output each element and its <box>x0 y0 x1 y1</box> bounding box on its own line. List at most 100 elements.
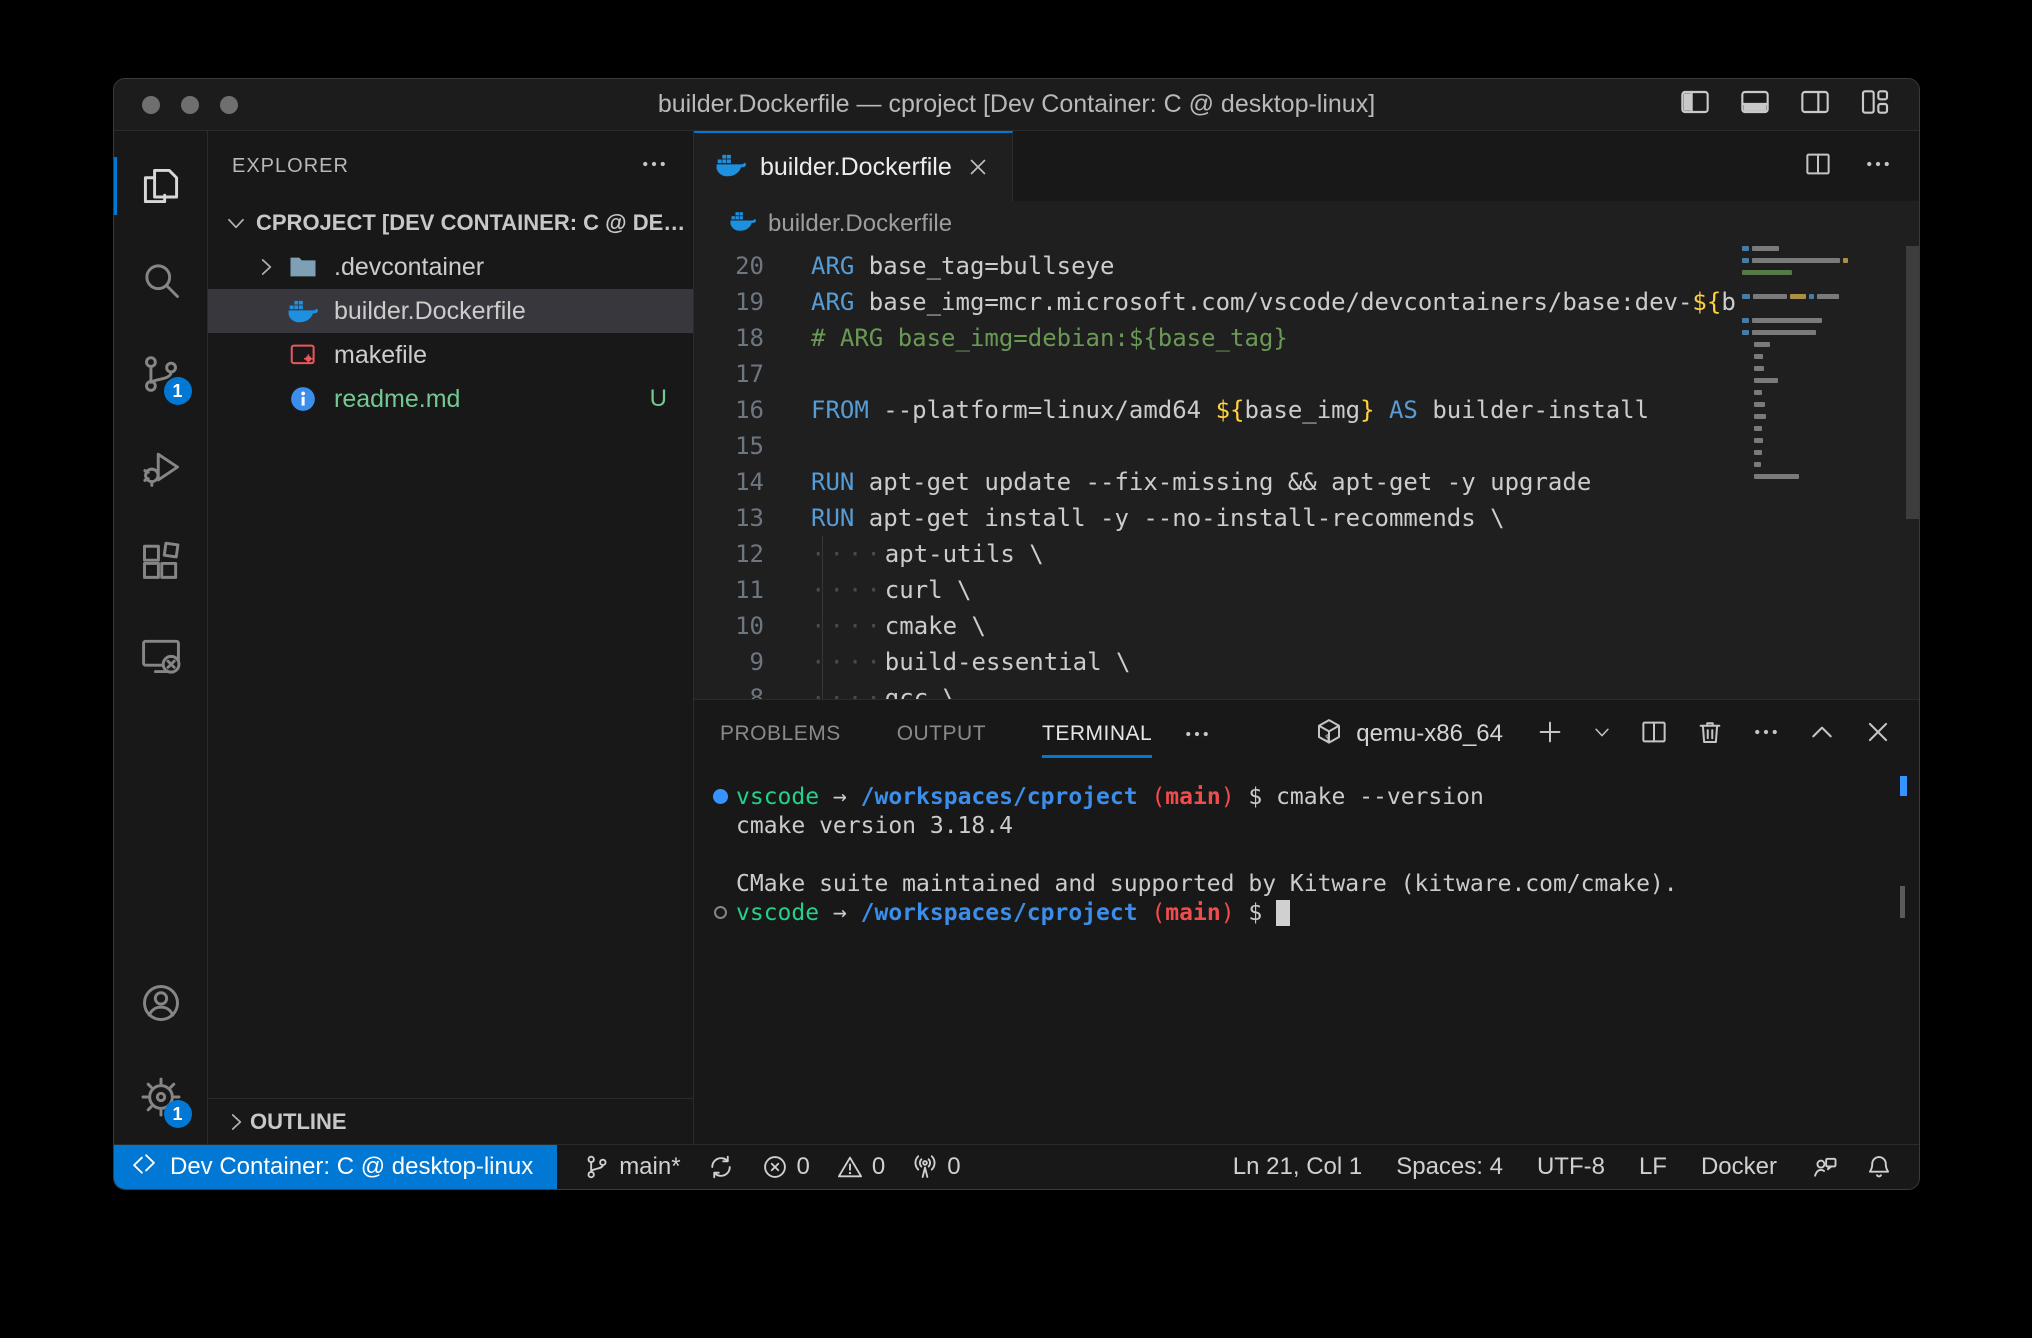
activity-explorer[interactable] <box>114 139 208 233</box>
activity-search[interactable] <box>114 233 208 327</box>
source-control-badge: 1 <box>164 377 192 405</box>
layout-grid-icon[interactable] <box>1859 86 1891 123</box>
panel-tab-output[interactable]: OUTPUT <box>897 700 986 768</box>
code-line-14[interactable]: 14RUN apt-get update --fix-missing && ap… <box>694 464 1742 500</box>
close-panel-button[interactable] <box>1863 717 1893 752</box>
minimize-window-button[interactable] <box>181 96 199 114</box>
status-warnings[interactable]: 0 <box>836 1153 885 1181</box>
code-line-12[interactable]: 12····apt-utils \ <box>694 536 1742 572</box>
editor-more-actions-button[interactable] <box>1863 149 1893 184</box>
code-line-8[interactable]: 8····gcc \ <box>694 680 1742 699</box>
panel-more-actions-button[interactable] <box>1751 717 1781 752</box>
line-number: 12 <box>694 540 764 568</box>
activity-settings[interactable]: 1 <box>114 1050 208 1144</box>
new-terminal-button[interactable] <box>1535 717 1565 752</box>
close-window-button[interactable] <box>142 96 160 114</box>
editor-scrollbar[interactable] <box>1906 246 1919 519</box>
status-warnings-label: 0 <box>872 1153 885 1181</box>
sidebar-title: EXPLORER <box>232 155 349 178</box>
status-errors[interactable]: 0 <box>761 1153 810 1181</box>
kill-terminal-button[interactable] <box>1695 717 1725 752</box>
line-number: 20 <box>694 252 764 280</box>
editor-group: builder.Dockerfile builder.Dockerfile 20… <box>694 131 1919 1144</box>
terminal-profile-dropdown[interactable] <box>1591 721 1613 748</box>
tab-label: builder.Dockerfile <box>760 153 952 182</box>
activity-extensions[interactable] <box>114 515 208 609</box>
code-line-18[interactable]: 18# ARG base_img=debian:${base_tag} <box>694 320 1742 356</box>
status-ports[interactable]: 0 <box>911 1153 960 1181</box>
docker-file-icon <box>716 150 746 185</box>
command-decoration-filled[interactable] <box>713 789 728 804</box>
split-terminal-button[interactable] <box>1639 717 1669 752</box>
close-tab-button[interactable] <box>966 155 990 179</box>
status-indentation[interactable]: Spaces: 4 <box>1396 1153 1503 1181</box>
status-git-branch-label: main* <box>619 1153 680 1181</box>
workspace-section-header[interactable]: CPROJECT [DEV CONTAINER: C @ DE… <box>208 201 693 245</box>
layout-panel-icon[interactable] <box>1739 86 1771 123</box>
file-item-builder.Dockerfile[interactable]: builder.Dockerfile <box>208 289 693 333</box>
terminal-output[interactable]: vscode → /workspaces/cproject (main) $ c… <box>694 768 1919 1144</box>
code-line-13[interactable]: 13RUN apt-get install -y --no-install-re… <box>694 500 1742 536</box>
code-line-20[interactable]: 20ARG base_tag=bullseye <box>694 248 1742 284</box>
breadcrumb-item: builder.Dockerfile <box>768 210 952 238</box>
file-item-readme.md[interactable]: readme.md U <box>208 377 693 421</box>
panel-tab-problems[interactable]: PROBLEMS <box>720 700 841 768</box>
line-number: 16 <box>694 396 764 424</box>
maximize-panel-button[interactable] <box>1807 717 1837 752</box>
status-eol[interactable]: LF <box>1639 1153 1667 1181</box>
layout-controls <box>1679 79 1891 130</box>
status-sync[interactable] <box>707 1153 735 1181</box>
command-decoration-hollow[interactable] <box>714 906 727 919</box>
terminal-line: vscode → /workspaces/cproject (main) $ <box>704 898 1919 927</box>
code-line-10[interactable]: 10····cmake \ <box>694 608 1742 644</box>
activity-remote-explorer[interactable] <box>114 609 208 703</box>
code-editor[interactable]: 20ARG base_tag=bullseye19ARG base_img=mc… <box>694 246 1919 699</box>
file-label: makefile <box>334 341 427 370</box>
status-language-mode[interactable]: Docker <box>1701 1153 1777 1181</box>
status-git-branch[interactable]: main* <box>583 1153 680 1181</box>
status-encoding[interactable]: UTF-8 <box>1537 1153 1605 1181</box>
code-line-17[interactable]: 17 <box>694 356 1742 392</box>
split-editor-button[interactable] <box>1803 149 1833 184</box>
file-label: readme.md <box>334 385 460 414</box>
terminal-line: CMake suite maintained and supported by … <box>704 869 1919 898</box>
accounts-icon <box>139 981 183 1025</box>
status-feedback[interactable] <box>1811 1153 1839 1181</box>
layout-sidebar-left-icon[interactable] <box>1679 86 1711 123</box>
layout-sidebar-right-icon[interactable] <box>1799 86 1831 123</box>
code-line-16[interactable]: 16FROM --platform=linux/amd64 ${base_img… <box>694 392 1742 428</box>
ports-icon <box>911 1153 939 1181</box>
remote-indicator[interactable]: Dev Container: C @ desktop-linux <box>114 1145 557 1189</box>
activity-source-control[interactable]: 1 <box>114 327 208 421</box>
code-line-15[interactable]: 15 <box>694 428 1742 464</box>
info-file-icon <box>288 384 318 414</box>
remote-explorer-icon <box>139 634 183 678</box>
status-indentation-label: Spaces: 4 <box>1396 1153 1503 1181</box>
window-title: builder.Dockerfile — cproject [Dev Conta… <box>658 90 1375 119</box>
activity-accounts[interactable] <box>114 956 208 1050</box>
docker-file-icon <box>288 296 318 326</box>
breadcrumb[interactable]: builder.Dockerfile <box>694 201 1919 246</box>
code-line-9[interactable]: 9····build-essential \ <box>694 644 1742 680</box>
tab-builder-dockerfile[interactable]: builder.Dockerfile <box>694 131 1013 201</box>
outline-section-header[interactable]: OUTLINE <box>208 1098 693 1144</box>
file-item-.devcontainer[interactable]: .devcontainer <box>208 245 693 289</box>
remote-label: Dev Container: C @ desktop-linux <box>170 1153 533 1181</box>
code-line-11[interactable]: 11····curl \ <box>694 572 1742 608</box>
panel-tab-terminal[interactable]: TERMINAL <box>1042 700 1152 768</box>
file-item-makefile[interactable]: makefile <box>208 333 693 377</box>
activity-run-debug[interactable] <box>114 421 208 515</box>
status-notifications[interactable] <box>1865 1153 1893 1181</box>
git-status-badge: U <box>650 385 667 413</box>
explorer-more-actions-button[interactable] <box>639 149 669 184</box>
code-line-19[interactable]: 19ARG base_img=mcr.microsoft.com/vscode/… <box>694 284 1742 320</box>
terminal-profile[interactable]: $ qemu-x86_64 <box>1314 717 1503 752</box>
panel-more-tabs-button[interactable] <box>1182 719 1212 749</box>
zoom-window-button[interactable] <box>220 96 238 114</box>
terminal-scrollbar[interactable] <box>1900 886 1905 918</box>
line-number: 9 <box>694 648 764 676</box>
window-controls <box>142 79 238 130</box>
minimap[interactable] <box>1742 246 1892 699</box>
feedback-icon <box>1811 1153 1839 1181</box>
status-cursor-position[interactable]: Ln 21, Col 1 <box>1233 1153 1362 1181</box>
